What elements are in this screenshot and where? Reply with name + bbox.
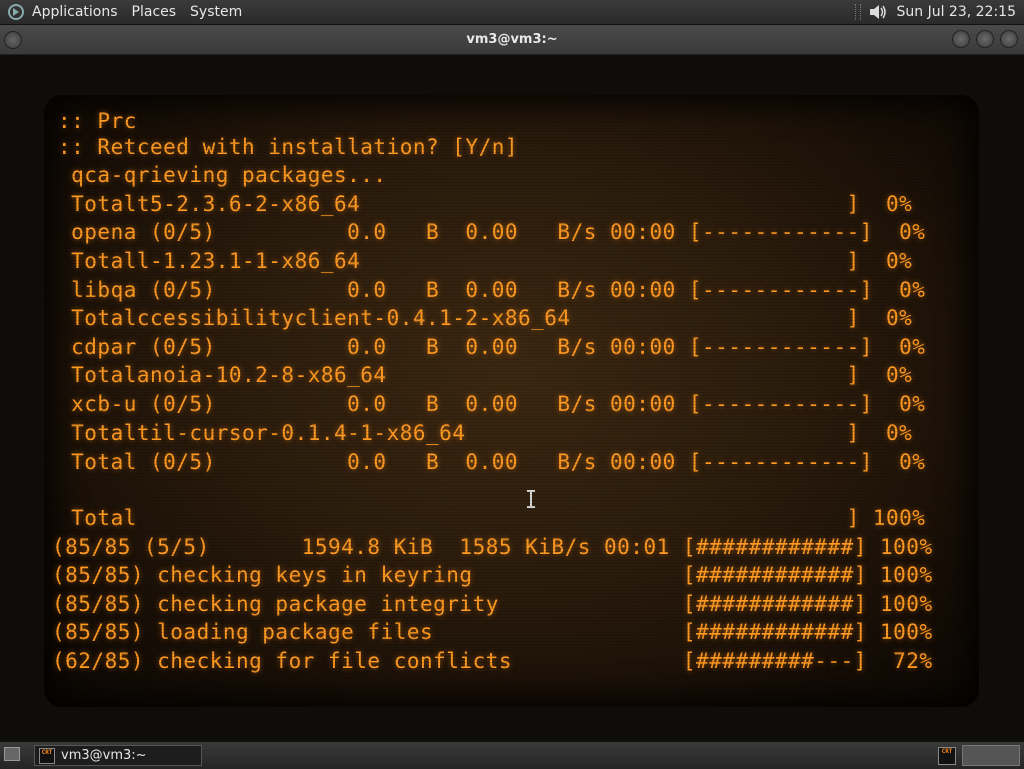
tray-separator xyxy=(854,4,861,20)
window-titlebar[interactable]: vm3@vm3:~ xyxy=(0,25,1024,55)
taskbar-item-label: vm3@vm3:~ xyxy=(61,748,147,763)
menu-applications[interactable]: Applications xyxy=(32,4,118,20)
terminal-line: (62/85) checking for file conflicts [###… xyxy=(52,649,933,673)
terminal-line: (85/85 (5/5) 1594.8 KiB 1585 KiB/s 00:01… xyxy=(52,535,933,559)
close-button[interactable] xyxy=(1000,30,1018,48)
terminal-line: (85/85) checking keys in keyring [######… xyxy=(52,563,933,587)
terminal-line: (85/85) loading package files [#########… xyxy=(52,620,933,644)
window-controls xyxy=(946,30,1018,48)
main-menu-bar: Applications Places System xyxy=(8,0,256,24)
terminal-line: :: Retceed with installation? [Y/n] xyxy=(58,135,519,159)
top-panel: Applications Places System Sun Jul 23, 2… xyxy=(0,0,1024,25)
text-cursor-icon xyxy=(527,490,535,508)
menu-places[interactable]: Places xyxy=(132,4,177,20)
maximize-button[interactable] xyxy=(976,30,994,48)
terminal-line: libqa (0/5) 0.0 B 0.00 B/s 00:00 [------… xyxy=(58,278,926,302)
terminal-line: Totall-1.23.1-1-x86_64 ] 0% xyxy=(58,249,913,273)
workspace-switcher[interactable] xyxy=(962,745,1020,766)
terminal-line: opena (0/5) 0.0 B 0.00 B/s 00:00 [------… xyxy=(58,220,926,244)
window-title: vm3@vm3:~ xyxy=(466,32,558,47)
show-desktop-icon[interactable] xyxy=(4,747,20,761)
terminal-window[interactable]: :: Prc :: Retceed with installation? [Y/… xyxy=(0,55,1024,741)
distro-logo-icon[interactable] xyxy=(8,4,24,20)
minimize-button[interactable] xyxy=(952,30,970,48)
tray-crt-icon[interactable]: CRT xyxy=(938,747,956,765)
terminal-line: xcb-u (0/5) 0.0 B 0.00 B/s 00:00 [------… xyxy=(58,392,926,416)
terminal-line: Totaltil-cursor-0.1.4-1-x86_64 ] 0% xyxy=(58,421,913,445)
terminal-line: Totalt5-2.3.6-2-x86_64 ] 0% xyxy=(58,192,913,216)
terminal-line: cdpar (0/5) 0.0 B 0.00 B/s 00:00 [------… xyxy=(58,335,926,359)
crt-screen[interactable]: :: Prc :: Retceed with installation? [Y/… xyxy=(44,95,979,707)
system-tray: Sun Jul 23, 22:15 xyxy=(854,0,1017,24)
terminal-line: Total ] 100% xyxy=(58,506,926,530)
speaker-volume-icon[interactable] xyxy=(867,2,887,22)
terminal-line: Total (0/5) 0.0 B 0.00 B/s 00:00 [------… xyxy=(58,450,926,474)
terminal-line: Totalccessibilityclient-0.4.1-2-x86_64 ]… xyxy=(58,306,913,330)
bottom-panel: CRT vm3@vm3:~ CRT xyxy=(0,741,1024,769)
taskbar-item-terminal[interactable]: CRT vm3@vm3:~ xyxy=(34,745,202,766)
terminal-line: (85/85) checking package integrity [####… xyxy=(52,592,933,616)
menu-system[interactable]: System xyxy=(190,4,242,20)
terminal-line: :: Prc xyxy=(58,109,137,133)
crt-terminal-icon: CRT xyxy=(39,747,55,764)
terminal-line: Totalanoia-10.2-8-x86_64 ] 0% xyxy=(58,363,913,387)
clock[interactable]: Sun Jul 23, 22:15 xyxy=(897,4,1017,20)
terminal-line: qca-qrieving packages... xyxy=(58,163,387,187)
